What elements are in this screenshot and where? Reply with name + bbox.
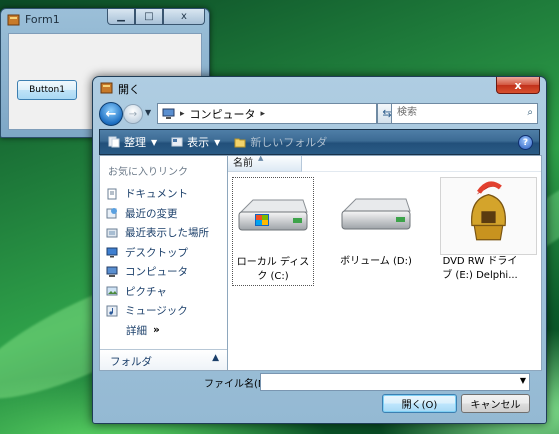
desktop-icon: [106, 247, 118, 258]
back-arrow-icon: ←: [105, 106, 117, 122]
breadcrumb-separator-icon[interactable]: ▸: [180, 109, 185, 119]
button1[interactable]: Button1: [17, 80, 77, 100]
sidebar-item-computer[interactable]: コンピュータ: [106, 262, 223, 282]
breadcrumb-computer[interactable]: コンピュータ: [190, 106, 256, 122]
double-chevron-right-icon: »: [153, 324, 160, 337]
view-label: 表示: [187, 136, 210, 149]
navigation-pane: お気に入りリンク ドキュメント 最近の変更 最近表示した場所 デスクトップ コン…: [99, 155, 228, 371]
help-button[interactable]: ?: [518, 135, 533, 150]
sidebar-item-documents[interactable]: ドキュメント: [106, 184, 223, 204]
maximize-icon: □: [144, 11, 154, 22]
more-links-label: 詳細: [126, 324, 147, 337]
breadcrumb-separator-icon[interactable]: ▸: [261, 109, 266, 119]
sort-indicator-icon: ▲: [258, 155, 264, 162]
chevron-up-icon: ▲: [212, 353, 219, 363]
windows-drive-icon: [238, 199, 308, 231]
dialog-titlebar[interactable]: 開く x: [93, 77, 546, 99]
new-folder-button[interactable]: 新しいフォルダ: [234, 134, 327, 150]
chevron-down-icon[interactable]: ▼: [520, 376, 526, 385]
address-bar[interactable]: ▸ コンピュータ ▸: [157, 103, 377, 124]
folders-toggle[interactable]: フォルダ ▲: [100, 349, 227, 370]
sidebar-item-label: 最近表示した場所: [125, 227, 209, 240]
filename-combobox: ▼: [260, 373, 530, 391]
organize-menu[interactable]: 整理 ▼: [108, 134, 157, 150]
computer-icon: [106, 266, 118, 277]
command-toolbar: 整理 ▼ 表示 ▼ 新しいフォルダ ?: [99, 129, 540, 155]
dialog-title: 開く: [118, 83, 140, 96]
file-list-pane: ▲ 名前 ローカル ディスク (C:) ボリューム (D:) DVD RW ドラ…: [227, 155, 542, 371]
close-icon: x: [181, 11, 187, 22]
music-icon: [106, 305, 118, 317]
filename-input[interactable]: [261, 374, 510, 389]
maximize-button[interactable]: □: [135, 9, 163, 25]
delphi-helmet-icon: [440, 177, 537, 255]
drive-label: DVD RW ドライブ (E:) Delphi...: [442, 256, 518, 281]
column-header-label: 名前: [233, 158, 253, 169]
search-icon[interactable]: ⌕: [527, 107, 533, 118]
drive-label: ボリューム (D:): [340, 256, 412, 267]
new-folder-label: 新しいフォルダ: [250, 136, 328, 149]
forward-button[interactable]: →: [123, 104, 143, 124]
form1-titlebar[interactable]: Form1 ▁ □ x: [1, 9, 209, 31]
cancel-button[interactable]: キャンセル: [461, 394, 530, 413]
form1-title: Form1: [25, 13, 60, 26]
delphi-app-icon: [7, 14, 20, 26]
column-header-spacer: [302, 156, 541, 172]
forward-arrow-icon: →: [128, 108, 138, 120]
recent-changes-icon: [106, 208, 117, 219]
favorite-links-heading: お気に入りリンク: [108, 167, 188, 178]
sidebar-item-music[interactable]: ミュージック: [106, 301, 223, 321]
sidebar-item-label: ピクチャ: [125, 285, 167, 298]
recent-places-icon: [106, 228, 118, 238]
open-dialog: 開く x ← → ▼ ▸ コンピュータ ▸ ⇆ ⌕: [92, 76, 547, 424]
minimize-icon: ▁: [117, 11, 125, 22]
documents-icon: [107, 188, 117, 200]
sidebar-item-desktop[interactable]: デスクトップ: [106, 243, 223, 263]
more-links-button[interactable]: 詳細 »: [106, 321, 223, 341]
sidebar-item-label: 最近の変更: [125, 207, 178, 220]
delphi-app-icon: [100, 82, 113, 94]
minimize-button[interactable]: ▁: [107, 9, 135, 25]
search-box: ⌕: [391, 103, 538, 124]
view-icon: [171, 137, 183, 147]
hard-drive-icon: [341, 198, 411, 230]
new-folder-icon: [234, 138, 246, 148]
sidebar-item-label: コンピュータ: [125, 266, 188, 279]
close-icon: x: [514, 78, 522, 92]
search-input[interactable]: [392, 104, 517, 121]
sidebar-item-recent-changes[interactable]: 最近の変更: [106, 204, 223, 224]
chevron-down-icon: ▼: [151, 137, 158, 147]
back-button[interactable]: ←: [99, 102, 123, 126]
sidebar-item-label: ミュージック: [125, 305, 188, 318]
drive-item-e[interactable]: DVD RW ドライブ (E:) Delphi...: [440, 177, 537, 284]
computer-icon: [162, 108, 175, 119]
recent-pages-dropdown[interactable]: ▼: [145, 108, 151, 117]
drive-item-c[interactable]: ローカル ディスク (C:): [232, 177, 314, 286]
dialog-close-button[interactable]: x: [496, 77, 540, 94]
dialog-footer: ファイル名(N): ▼ 開く(O) キャンセル: [99, 371, 540, 417]
drive-label: ローカル ディスク (C:): [236, 257, 310, 282]
sidebar-item-label: デスクトップ: [125, 246, 188, 259]
sidebar-item-recent-places[interactable]: 最近表示した場所: [106, 223, 223, 243]
column-header-name[interactable]: ▲ 名前: [228, 156, 302, 172]
navigation-bar: ← → ▼ ▸ コンピュータ ▸ ⇆ ⌕: [99, 101, 540, 127]
help-icon: ?: [522, 137, 529, 148]
close-button[interactable]: x: [163, 9, 205, 25]
drive-item-d[interactable]: ボリューム (D:): [336, 177, 416, 284]
view-menu[interactable]: 表示 ▼: [171, 134, 220, 150]
sidebar-item-pictures[interactable]: ピクチャ: [106, 282, 223, 302]
sidebar-item-label: ドキュメント: [125, 188, 188, 201]
favorite-links-list: ドキュメント 最近の変更 最近表示した場所 デスクトップ コンピュータ ピクチャ: [106, 184, 223, 340]
open-button[interactable]: 開く(O): [382, 394, 457, 413]
organize-label: 整理: [124, 136, 146, 149]
pictures-icon: [106, 286, 118, 296]
folders-label: フォルダ: [110, 356, 152, 368]
organize-icon: [108, 136, 120, 148]
chevron-down-icon: ▼: [214, 137, 221, 147]
